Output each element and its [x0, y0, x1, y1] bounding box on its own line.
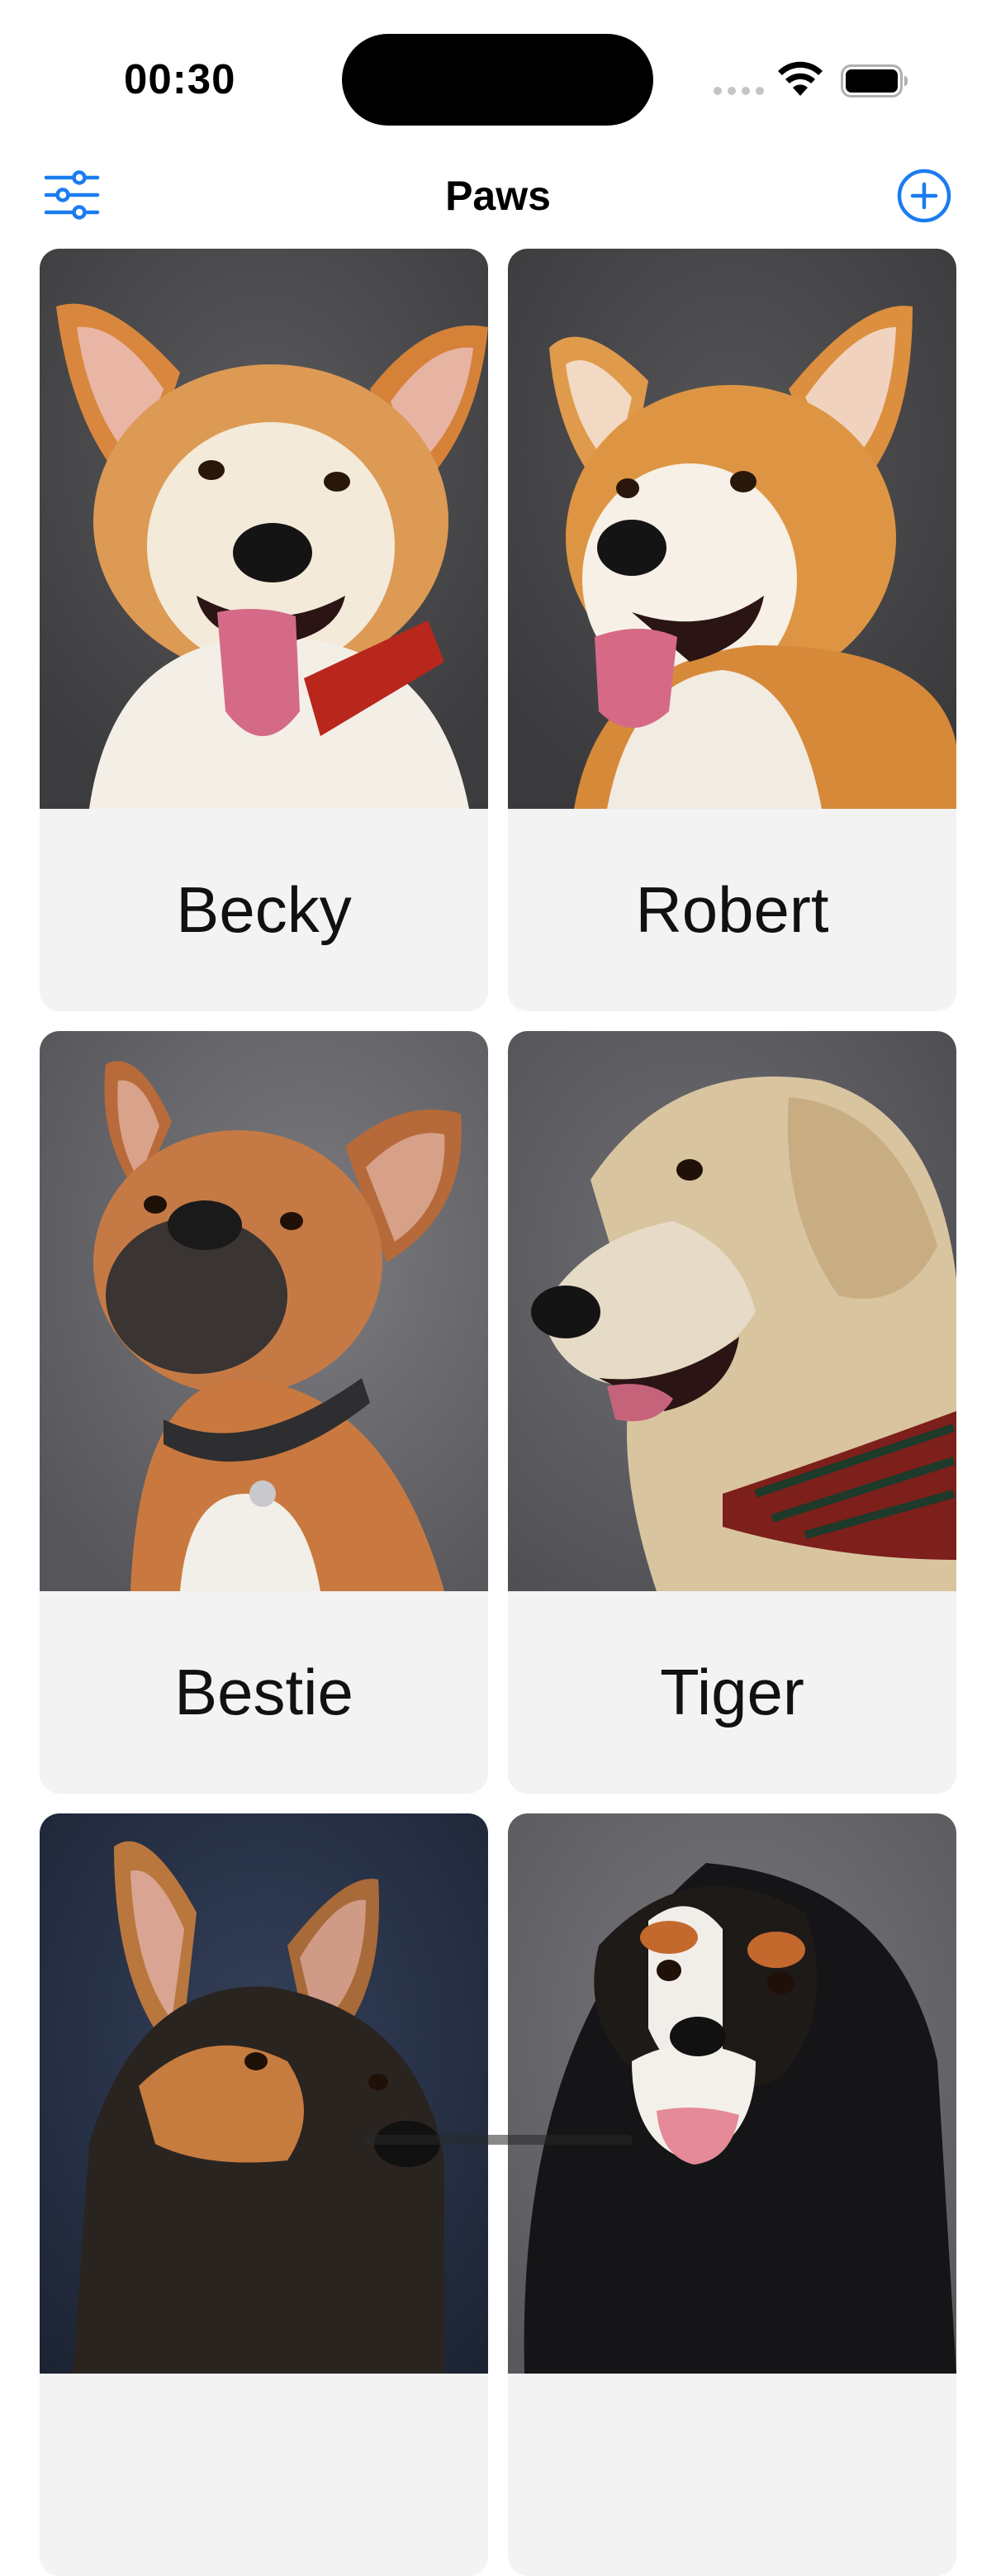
status-bar: 00:30	[0, 0, 996, 149]
pet-card[interactable]	[40, 1813, 488, 2576]
corgi-photo	[40, 249, 488, 809]
pet-name: Becky	[176, 873, 352, 946]
page-title: Paws	[445, 173, 551, 219]
pet-name	[508, 2374, 956, 2576]
pet-card-becky[interactable]: Becky	[40, 249, 488, 1011]
sliders-icon[interactable]	[43, 170, 101, 220]
pet-name: Tiger	[660, 1656, 804, 1728]
pet-card-bestie[interactable]: Bestie	[40, 1031, 488, 1794]
cellular-signal-icon	[714, 87, 764, 95]
golden-retriever-photo	[508, 1031, 956, 1591]
battery-icon	[841, 64, 908, 97]
wifi-icon	[778, 61, 823, 96]
french-bulldog-photo	[40, 1031, 488, 1591]
german-shepherd-photo	[40, 1813, 488, 2374]
pet-name	[40, 2374, 488, 2576]
home-indicator[interactable]	[363, 2135, 633, 2145]
pet-card[interactable]	[508, 1813, 956, 2576]
pet-card-tiger[interactable]: Tiger	[508, 1031, 956, 1794]
pet-card-robert[interactable]: Robert	[508, 249, 956, 1011]
pet-name: Robert	[635, 873, 829, 946]
corgi-photo	[508, 249, 956, 809]
navigation-bar: Paws	[0, 149, 996, 241]
pet-name: Bestie	[174, 1656, 353, 1728]
status-time: 00:30	[124, 55, 236, 102]
plus-circle-icon[interactable]	[897, 169, 951, 223]
dynamic-island	[342, 34, 653, 126]
cavalier-king-charles-photo	[508, 1813, 956, 2374]
